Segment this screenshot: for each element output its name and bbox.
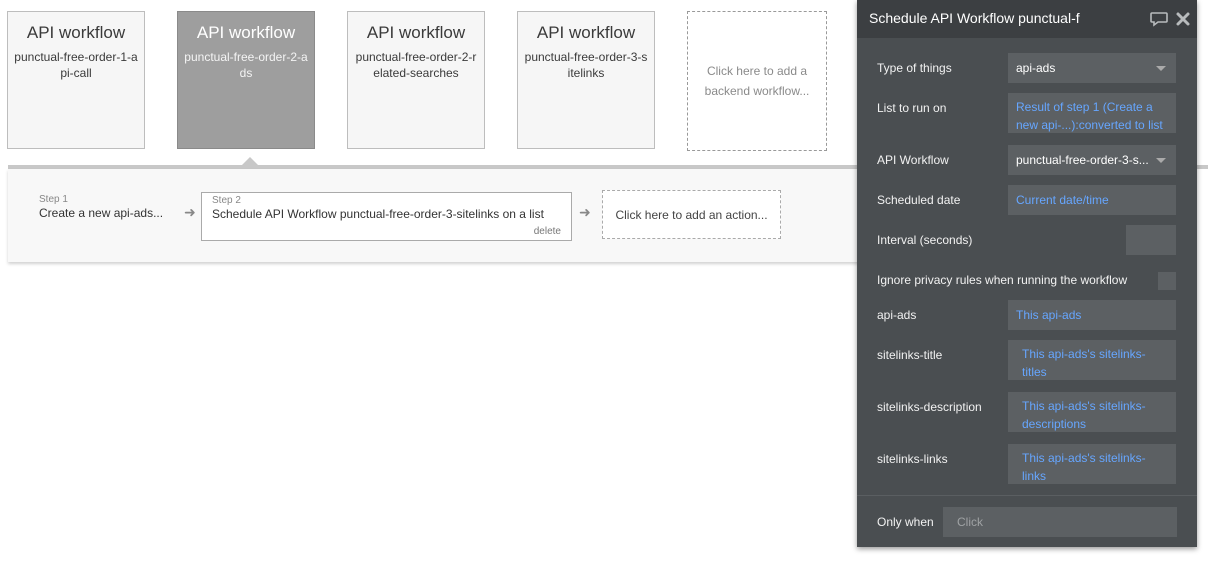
ignore-privacy-checkbox[interactable] bbox=[1158, 272, 1176, 290]
add-action-label: Click here to add an action... bbox=[615, 207, 768, 222]
sitelinks-links-label: sitelinks-links bbox=[877, 452, 948, 466]
arrow-right-icon: ➜ bbox=[184, 204, 196, 220]
api-ads-param-field[interactable]: This api-ads bbox=[1008, 300, 1176, 330]
step-label: Create a new api-ads... bbox=[39, 206, 164, 220]
workflow-card-title: API workflow bbox=[536, 23, 636, 42]
sitelinks-links-field[interactable]: This api-ads's sitelinks-links bbox=[1008, 444, 1176, 484]
close-icon[interactable] bbox=[1175, 11, 1191, 32]
ignore-privacy-label: Ignore privacy rules when running the wo… bbox=[877, 273, 1128, 287]
arrow-right-icon: ➜ bbox=[579, 204, 591, 220]
scheduled-date-value: Current date/time bbox=[1016, 193, 1109, 207]
type-of-things-value: api-ads bbox=[1016, 61, 1056, 75]
delete-step-link[interactable]: delete bbox=[534, 226, 561, 237]
workflow-card-2[interactable]: API workflow punctual-free-order-2-ads bbox=[177, 11, 315, 149]
step-1[interactable]: Step 1 Create a new api-ads... bbox=[39, 194, 163, 220]
type-of-things-dropdown[interactable]: api-ads bbox=[1008, 53, 1176, 83]
list-to-run-on-value: Result of step 1 (Create a new api-...):… bbox=[1016, 100, 1163, 132]
property-editor-header: Schedule API Workflow punctual-f bbox=[857, 0, 1197, 38]
sitelinks-links-value: This api-ads's sitelinks-links bbox=[1022, 451, 1146, 483]
steps-panel: Step 1 Create a new api-ads... ➜ Step 2 … bbox=[8, 169, 868, 262]
sitelinks-title-field[interactable]: This api-ads's sitelinks-titles bbox=[1008, 340, 1176, 380]
workflow-card-title: API workflow bbox=[196, 23, 296, 42]
workflow-card-name: punctual-free-order-2-ads bbox=[184, 50, 308, 80]
list-to-run-on-field[interactable]: Result of step 1 (Create a new api-...):… bbox=[1008, 93, 1176, 133]
chevron-down-icon bbox=[1156, 66, 1166, 71]
only-when-field[interactable]: Click bbox=[943, 507, 1177, 537]
comment-icon[interactable] bbox=[1149, 9, 1169, 34]
api-workflow-label: API Workflow bbox=[877, 153, 949, 167]
add-backend-workflow-button[interactable]: Click here to add a backend workflow... bbox=[687, 11, 827, 151]
sitelinks-title-label: sitelinks-title bbox=[877, 348, 943, 362]
only-when-label: Only when bbox=[877, 515, 934, 529]
workflow-card-name: punctual-free-order-3-sitelinks bbox=[524, 50, 648, 80]
interval-input[interactable] bbox=[1126, 225, 1176, 255]
scheduled-date-label: Scheduled date bbox=[877, 193, 961, 207]
workflow-card-title: API workflow bbox=[26, 23, 126, 42]
sitelinks-description-label: sitelinks-description bbox=[877, 400, 982, 414]
panel-footer-divider bbox=[857, 495, 1197, 496]
sitelinks-title-value: This api-ads's sitelinks-titles bbox=[1022, 347, 1146, 379]
only-when-placeholder: Click bbox=[957, 515, 983, 529]
property-editor-title: Schedule API Workflow punctual-f bbox=[869, 10, 1080, 26]
chevron-down-icon bbox=[1156, 158, 1166, 163]
step-number: Step 2 bbox=[212, 195, 241, 206]
api-workflow-dropdown[interactable]: punctual-free-order-3-s... bbox=[1008, 145, 1176, 175]
sitelinks-description-value: This api-ads's sitelinks-descriptions bbox=[1022, 399, 1146, 431]
scheduled-date-field[interactable]: Current date/time bbox=[1008, 185, 1176, 215]
workflow-card-name: punctual-free-order-2-related-searches bbox=[355, 50, 477, 80]
workflow-card-3[interactable]: API workflow punctual-free-order-2-relat… bbox=[347, 11, 485, 149]
workflow-card-1[interactable]: API workflow punctual-free-order-1-api-c… bbox=[7, 11, 145, 149]
api-ads-param-value: This api-ads bbox=[1016, 308, 1082, 322]
step-2[interactable]: Step 2 Schedule API Workflow punctual-fr… bbox=[201, 192, 572, 241]
api-workflow-value: punctual-free-order-3-s... bbox=[1016, 153, 1149, 167]
add-action-button[interactable]: Click here to add an action... bbox=[602, 190, 781, 239]
add-backend-workflow-label: Click here to add a backend workflow... bbox=[704, 64, 810, 98]
step-label: Schedule API Workflow punctual-free-orde… bbox=[212, 207, 544, 221]
step-number: Step 1 bbox=[39, 194, 68, 205]
workflow-card-name: punctual-free-order-1-api-call bbox=[14, 50, 138, 80]
interval-label: Interval (seconds) bbox=[877, 233, 973, 247]
type-of-things-label: Type of things bbox=[877, 61, 952, 75]
property-editor: Schedule API Workflow punctual-f Type of… bbox=[857, 0, 1197, 547]
api-ads-param-label: api-ads bbox=[877, 308, 917, 322]
workflow-card-title: API workflow bbox=[366, 23, 466, 42]
list-to-run-on-label: List to run on bbox=[877, 101, 947, 115]
sitelinks-description-field[interactable]: This api-ads's sitelinks-descriptions bbox=[1008, 392, 1176, 432]
workflow-card-4[interactable]: API workflow punctual-free-order-3-sitel… bbox=[517, 11, 655, 149]
